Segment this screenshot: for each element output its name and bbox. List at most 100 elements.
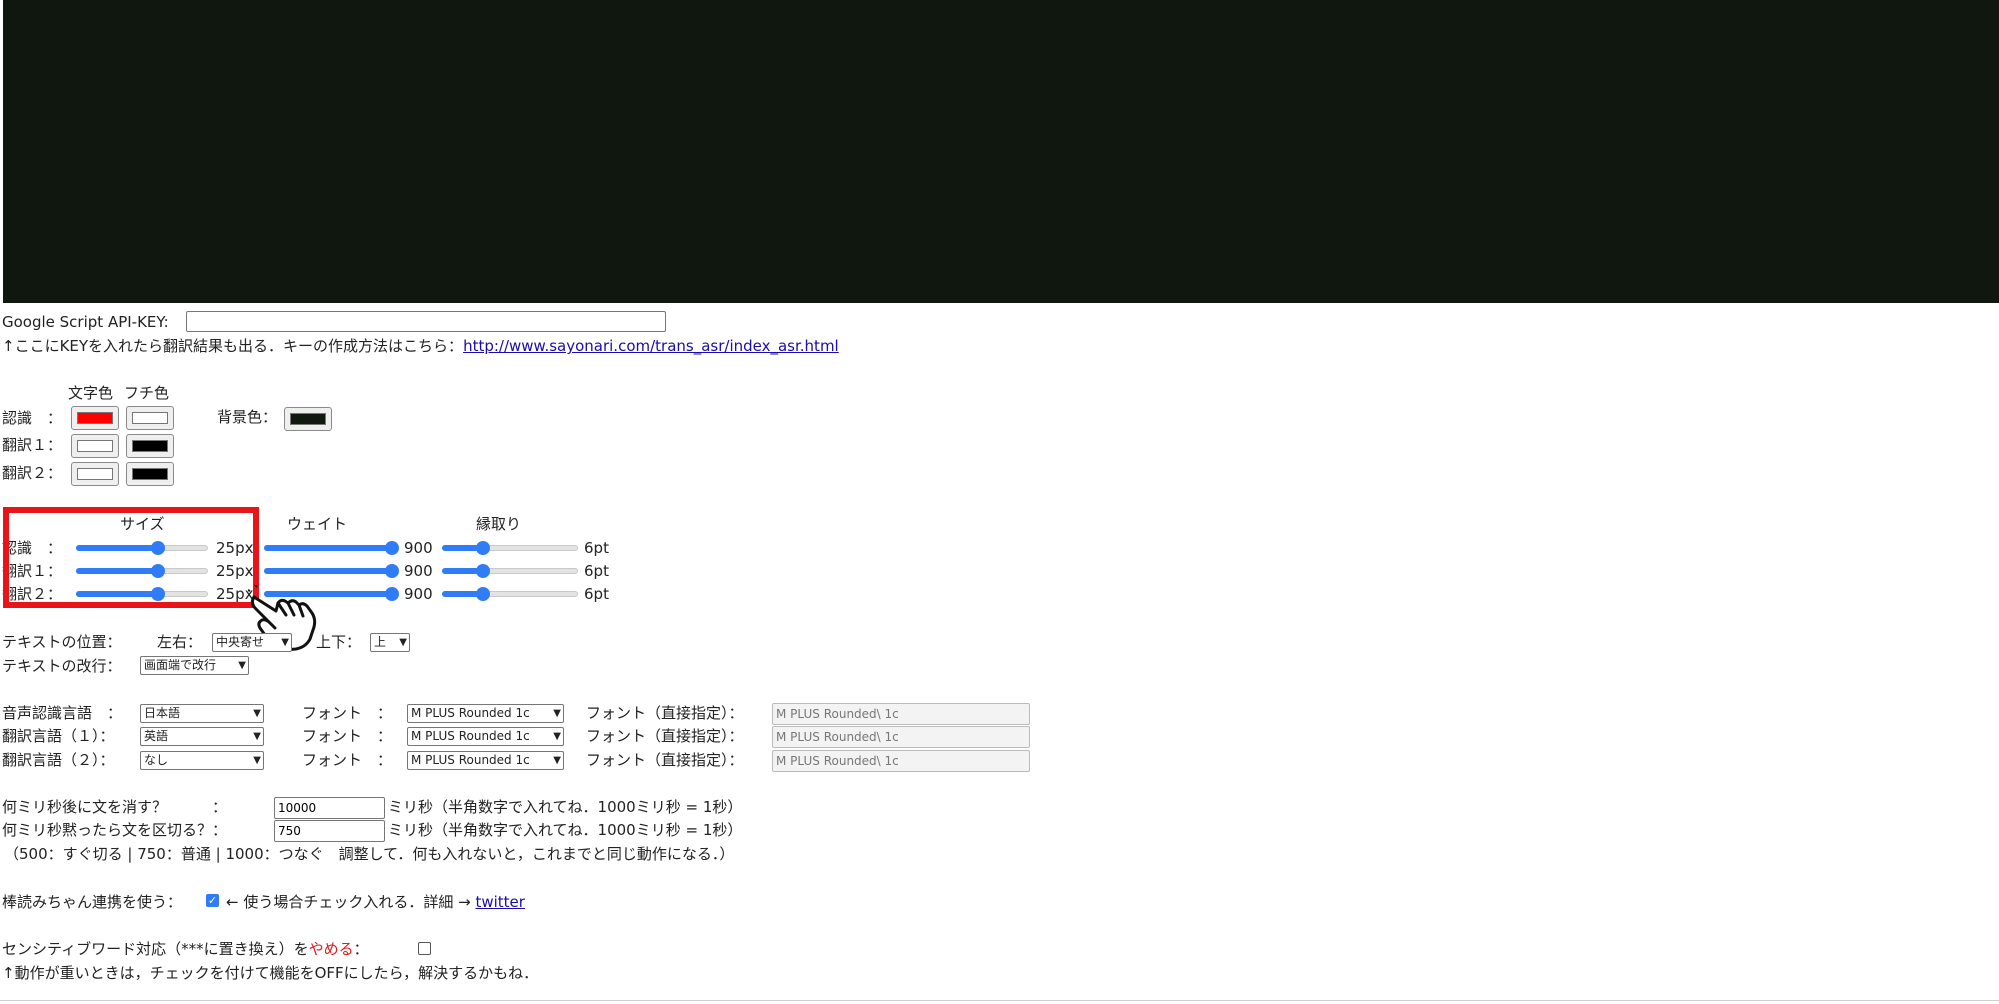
sensitive-word-label: センシティブワード対応（***に置き換え）をやめる： [2,940,369,958]
text-color-picker[interactable] [71,462,119,486]
slider-fill [264,545,392,551]
font-select[interactable]: M PLUS Rounded 1c ▼ [407,727,564,746]
vertical-align-label: 上下： [316,633,362,651]
edge-width-slider[interactable] [442,561,578,581]
chevron-down-icon: ▼ [553,755,561,766]
text-wrap-select[interactable]: 画面端で改行 ▼ [140,656,249,675]
color-row-label: 翻訳２： [2,464,63,482]
direct-font-label: フォント（直接指定）： [586,727,744,745]
direct-font-input[interactable] [772,750,1030,772]
twitter-link[interactable]: twitter [475,893,524,911]
bottom-divider [0,1000,1999,1001]
bouyomi-checkbox[interactable]: ✓ [206,894,219,907]
selected-value: M PLUS Rounded 1c [411,729,530,743]
weight-value: 900 [404,562,433,580]
language-label: 音声認識言語 ： [2,704,123,722]
slider-thumb[interactable] [476,541,490,555]
swatch-color [77,412,113,424]
edge-color-picker[interactable] [126,462,174,486]
color-row-label: 翻訳１： [2,436,63,454]
selected-value: 日本語 [144,706,181,720]
language-select[interactable]: 日本語 ▼ [140,704,264,723]
font-select[interactable]: M PLUS Rounded 1c ▼ [407,704,564,723]
horizontal-align-label: 左右： [157,633,203,651]
chevron-down-icon: ▼ [553,708,561,719]
language-select[interactable]: 英語 ▼ [140,727,264,746]
highlight-box [3,507,259,608]
text-position-label: テキストの位置： [2,633,122,651]
chevron-down-icon: ▼ [553,731,561,742]
edge-width-slider[interactable] [442,538,578,558]
edge-color-picker[interactable] [126,434,174,458]
selected-value: 英語 [144,729,169,743]
background-color-picker[interactable] [284,407,332,431]
swatch-color [132,412,168,424]
language-label: 翻訳言語（２）： [2,751,115,769]
selected-value: 上 [374,635,387,649]
clear-delay-input[interactable] [274,797,385,819]
chevron-down-icon: ▼ [253,755,261,766]
bouyomi-note: ← 使う場合チェック入れる．詳細 → twitter [226,893,525,911]
text-color-header: 文字色 [68,384,114,402]
weight-header: ウェイト [287,515,348,533]
edge-width-header: 縁取り [476,515,522,533]
background-color-label: 背景色： [217,408,278,426]
edge-color-header: フチ色 [124,384,170,402]
chevron-down-icon: ▼ [253,731,261,742]
slider-thumb[interactable] [385,564,399,578]
chevron-down-icon: ▼ [238,660,246,671]
weight-value: 900 [404,539,433,557]
selected-value: 画面端で改行 [144,658,217,672]
font-label: フォント ： [302,751,393,769]
sensitive-word-checkbox[interactable] [418,942,431,955]
font-label: フォント ： [302,704,393,722]
slider-thumb[interactable] [385,587,399,601]
vertical-align-select[interactable]: 上 ▼ [370,633,410,652]
clear-delay-note: ミリ秒（半角数字で入れてね．1000ミリ秒 = 1秒） [388,798,743,816]
swatch-color [132,468,168,480]
selected-value: 中央寄せ [216,635,265,649]
sensitive-word-note: ↑動作が重いときは，チェックを付けて機能をOFFにしたら，解決するかもね． [2,964,539,982]
chevron-down-icon: ▼ [253,708,261,719]
horizontal-align-select[interactable]: 中央寄せ ▼ [212,633,292,652]
direct-font-label: フォント（直接指定）： [586,704,744,722]
font-select[interactable]: M PLUS Rounded 1c ▼ [407,751,564,770]
direct-font-label: フォント（直接指定）： [586,751,744,769]
slider-fill [264,568,392,574]
slider-thumb[interactable] [385,541,399,555]
api-howto-link[interactable]: http://www.sayonari.com/trans_asr/index_… [463,337,839,355]
chevron-down-icon: ▼ [399,637,407,648]
text-color-picker[interactable] [71,406,119,430]
subtitle-preview-area [3,0,1999,303]
api-key-note: ↑ここにKEYを入れたら翻訳結果も出る．キーの作成方法はこちら：http://w… [2,337,839,355]
selected-value: なし [144,753,169,767]
language-label: 翻訳言語（１）： [2,727,115,745]
slider-thumb[interactable] [476,587,490,601]
text-color-picker[interactable] [71,434,119,458]
edge-color-picker[interactable] [126,406,174,430]
weight-slider[interactable] [264,561,399,581]
weight-value: 900 [404,585,433,603]
slider-thumb[interactable] [476,564,490,578]
edge-width-slider[interactable] [442,584,578,604]
edge-width-value: 6pt [584,562,609,580]
split-delay-input[interactable] [274,820,385,842]
split-delay-note: ミリ秒（半角数字で入れてね．1000ミリ秒 = 1秒） [388,821,743,839]
edge-width-value: 6pt [584,539,609,557]
selected-value: M PLUS Rounded 1c [411,753,530,767]
language-select[interactable]: なし ▼ [140,751,264,770]
direct-font-input[interactable] [772,703,1030,725]
swatch-color [132,440,168,452]
bouyomi-label: 棒読みちゃん連携を使う： [2,893,183,911]
clear-delay-label: 何ミリ秒後に文を消す？ ： [2,798,228,816]
weight-slider[interactable] [264,538,399,558]
api-key-input[interactable] [186,311,666,332]
selected-value: M PLUS Rounded 1c [411,706,530,720]
api-key-label: Google Script API-KEY: [2,313,169,331]
edge-width-value: 6pt [584,585,609,603]
swatch-color [290,413,326,425]
text-wrap-label: テキストの改行： [2,657,122,675]
swatch-color [77,440,113,452]
direct-font-input[interactable] [772,726,1030,748]
swatch-color [77,468,113,480]
